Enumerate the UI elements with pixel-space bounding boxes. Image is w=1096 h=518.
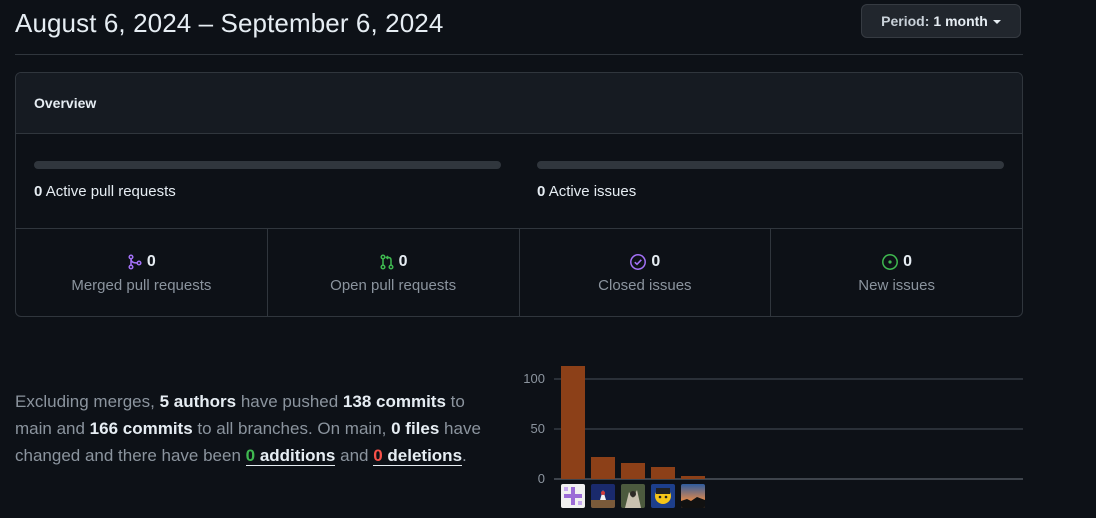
y-tick-label: 0: [538, 471, 545, 485]
commit-bar[interactable]: [651, 467, 675, 479]
open-prs-label: Open pull requests: [330, 277, 457, 294]
closed-issues-count: 0: [651, 253, 661, 270]
summary-text: to all branches. On main,: [192, 419, 392, 438]
active-prs-progress-bar: [34, 161, 501, 169]
date-range-title: August 6, 2024 – September 6, 2024: [15, 8, 444, 38]
period-value: 1 month: [933, 13, 988, 29]
caret-down-icon: [992, 20, 1001, 24]
authors-count: 5 authors: [159, 392, 237, 411]
author-avatar[interactable]: [681, 484, 705, 508]
activity-bars: 0 Active pull requests 0 Active issues: [16, 134, 1022, 229]
additions-count: 0: [245, 446, 256, 465]
summary-text: Excluding merges,: [15, 392, 160, 411]
active-prs-count: 0: [34, 183, 43, 200]
summary-text: and: [335, 446, 374, 465]
y-tick-label: 50: [531, 421, 545, 436]
period-dropdown-button[interactable]: Period: 1 month: [861, 4, 1021, 38]
merged-prs-label: Merged pull requests: [71, 277, 212, 294]
additions-label: additions: [255, 446, 336, 465]
commit-summary: Excluding merges, 5 authors have pushed …: [15, 388, 505, 469]
commits-main-count: 138 commits: [342, 392, 446, 411]
summary-text: have pushed: [236, 392, 343, 411]
commit-bar[interactable]: [561, 366, 585, 479]
period-label: Period:: [881, 13, 930, 29]
commit-bar[interactable]: [591, 457, 615, 479]
commit-bar[interactable]: [621, 463, 645, 479]
author-avatar[interactable]: [651, 484, 675, 508]
commits-by-author-chart: 0 50 100: [523, 366, 1023, 485]
git-pull-request-icon: [380, 254, 394, 270]
additions-link[interactable]: 0 additions: [245, 446, 336, 466]
overview-box: Overview 0 Active pull requests 0 Active…: [15, 72, 1023, 317]
merged-prs-count: 0: [146, 253, 156, 270]
issue-opened-icon: [882, 254, 899, 270]
files-changed-count: 0 files: [391, 419, 440, 438]
author-avatar[interactable]: [621, 484, 645, 508]
closed-issues-label: Closed issues: [598, 277, 692, 294]
active-issues-count: 0: [537, 183, 546, 200]
y-tick-label: 100: [523, 371, 545, 386]
overview-title: Overview: [16, 73, 1022, 134]
new-issues-stat[interactable]: 0 New issues: [771, 229, 1022, 316]
active-issues-progress-bar: [537, 161, 1004, 169]
deletions-label: deletions: [382, 446, 463, 465]
git-merge-icon: [128, 254, 142, 270]
header-divider: [15, 54, 1023, 55]
issue-closed-icon: [630, 254, 647, 270]
author-avatar[interactable]: [561, 484, 585, 508]
author-avatar[interactable]: [591, 484, 615, 508]
commit-bar[interactable]: [681, 476, 705, 479]
open-prs-stat[interactable]: 0 Open pull requests: [268, 229, 520, 316]
author-avatars: [561, 484, 711, 508]
deletions-count: 0: [373, 446, 383, 465]
closed-issues-stat[interactable]: 0 Closed issues: [520, 229, 772, 316]
stats-row: 0 Merged pull requests 0 Open pull reque…: [16, 229, 1022, 316]
commits-all-count: 166 commits: [89, 419, 193, 438]
new-issues-count: 0: [903, 253, 913, 270]
active-prs-label: Active pull requests: [45, 183, 176, 200]
active-prs-link[interactable]: 0 Active pull requests: [34, 183, 176, 200]
merged-prs-stat[interactable]: 0 Merged pull requests: [16, 229, 268, 316]
summary-text: .: [462, 446, 467, 465]
open-prs-count: 0: [398, 253, 408, 270]
pulse-page: August 6, 2024 – September 6, 2024 Perio…: [0, 0, 1096, 518]
new-issues-label: New issues: [858, 277, 935, 294]
deletions-link[interactable]: 0 deletions: [373, 446, 463, 466]
active-issues-link[interactable]: 0 Active issues: [537, 183, 636, 200]
active-issues-label: Active issues: [548, 183, 637, 200]
